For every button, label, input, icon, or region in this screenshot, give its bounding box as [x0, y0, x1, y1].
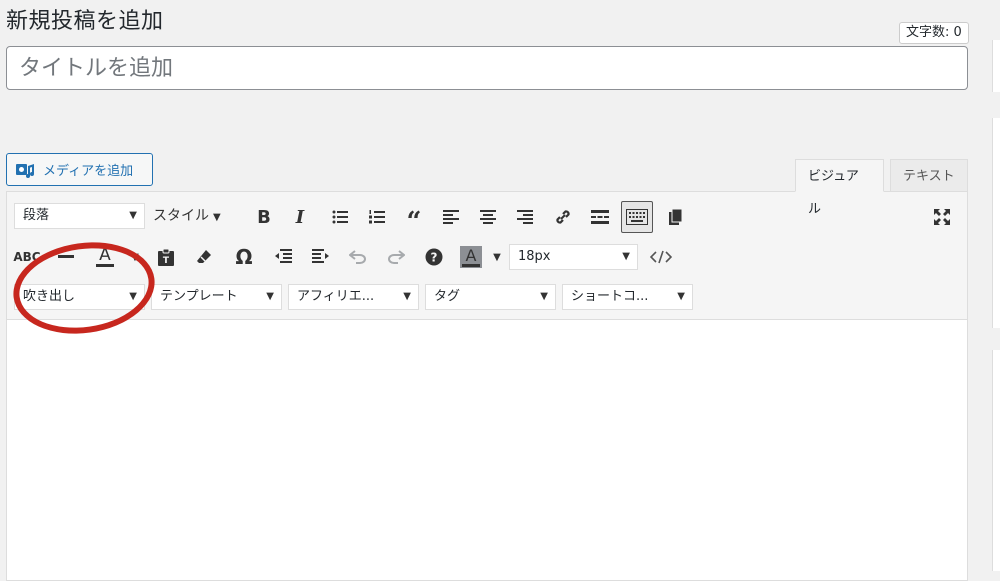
bold-icon[interactable]: B — [250, 203, 278, 231]
align-right-icon[interactable] — [511, 203, 539, 231]
chevron-down-icon: ▼ — [213, 212, 221, 223]
horizontal-rule-icon[interactable] — [52, 243, 80, 271]
speech-bubble-select[interactable]: 吹き出し ▼ — [14, 284, 145, 310]
style-menu-button[interactable]: スタイル ▼ — [153, 202, 221, 230]
clear-formatting-icon[interactable] — [190, 243, 218, 271]
chevron-down-icon: ▼ — [266, 291, 274, 302]
bullet-list-icon[interactable] — [326, 203, 354, 231]
editor-content-area[interactable] — [7, 320, 967, 580]
strikethrough-icon[interactable]: ABC — [13, 243, 41, 271]
select-label: 吹き出し — [23, 289, 76, 304]
text-color-icon[interactable]: A — [91, 243, 119, 271]
tab-visual[interactable]: ビジュアル — [795, 159, 884, 217]
chevron-down-icon: ▼ — [403, 291, 411, 302]
chevron-down-icon: ▼ — [129, 210, 137, 221]
paste-text-icon[interactable]: T — [152, 243, 180, 271]
add-media-button[interactable]: メディアを追加 — [6, 153, 153, 186]
select-label: アフィリエ... — [297, 289, 375, 304]
editor-toolbar: 段落 ▼ スタイル ▼ B I “ ABC A ▼ T Ω ? A ▼ 18px… — [7, 192, 967, 320]
read-more-icon[interactable] — [586, 203, 614, 231]
italic-icon[interactable]: I — [286, 203, 314, 231]
redo-icon[interactable] — [382, 243, 410, 271]
align-center-icon[interactable] — [474, 203, 502, 231]
sidebar-panel-edge — [992, 40, 1000, 92]
background-color-icon[interactable]: A — [457, 243, 485, 271]
select-label: タグ — [434, 289, 461, 304]
outdent-icon[interactable] — [269, 243, 297, 271]
select-label: ショートコ... — [571, 289, 649, 304]
toolbar-toggle-icon[interactable] — [621, 201, 653, 233]
style-menu-label: スタイル — [153, 208, 209, 224]
chevron-down-icon: ▼ — [540, 291, 548, 302]
align-left-icon[interactable] — [437, 203, 465, 231]
svg-text:T: T — [163, 256, 170, 266]
shortcode-select[interactable]: ショートコ... ▼ — [562, 284, 693, 310]
font-size-value: 18px — [518, 249, 551, 264]
format-select[interactable]: 段落 ▼ — [14, 203, 145, 229]
chevron-down-icon: ▼ — [622, 251, 630, 262]
chevron-down-icon: ▼ — [677, 291, 685, 302]
select-label: テンプレート — [160, 289, 238, 304]
tab-text[interactable]: テキスト — [890, 159, 968, 192]
format-select-value: 段落 — [23, 208, 50, 223]
link-icon[interactable] — [549, 203, 577, 231]
sidebar-panel-edge — [992, 118, 1000, 328]
help-icon[interactable]: ? — [420, 243, 448, 271]
font-size-select[interactable]: 18px ▼ — [509, 244, 638, 270]
page-title: 新規投稿を追加 — [6, 9, 164, 34]
indent-icon[interactable] — [307, 243, 335, 271]
chevron-down-icon[interactable]: ▼ — [483, 243, 511, 271]
blockquote-icon[interactable]: “ — [400, 203, 428, 235]
media-icon — [15, 161, 35, 179]
svg-text:?: ? — [431, 251, 438, 265]
post-title-input[interactable] — [6, 46, 968, 90]
chevron-down-icon[interactable]: ▼ — [121, 243, 149, 271]
affiliate-select[interactable]: アフィリエ... ▼ — [288, 284, 419, 310]
chevron-down-icon: ▼ — [129, 291, 137, 302]
numbered-list-icon[interactable] — [363, 203, 391, 231]
sidebar-panel-edge — [992, 350, 1000, 571]
add-media-label: メディアを追加 — [43, 164, 134, 179]
undo-icon[interactable] — [344, 243, 372, 271]
special-character-icon[interactable]: Ω — [230, 243, 258, 271]
classic-editor: 段落 ▼ スタイル ▼ B I “ ABC A ▼ T Ω ? A ▼ 18px… — [6, 191, 968, 581]
fullscreen-icon[interactable] — [928, 203, 956, 231]
tag-select[interactable]: タグ ▼ — [425, 284, 556, 310]
code-icon[interactable] — [647, 243, 675, 271]
copy-icon[interactable] — [662, 203, 690, 231]
template-select[interactable]: テンプレート ▼ — [151, 284, 282, 310]
word-count-badge: 文字数: 0 — [899, 22, 969, 44]
